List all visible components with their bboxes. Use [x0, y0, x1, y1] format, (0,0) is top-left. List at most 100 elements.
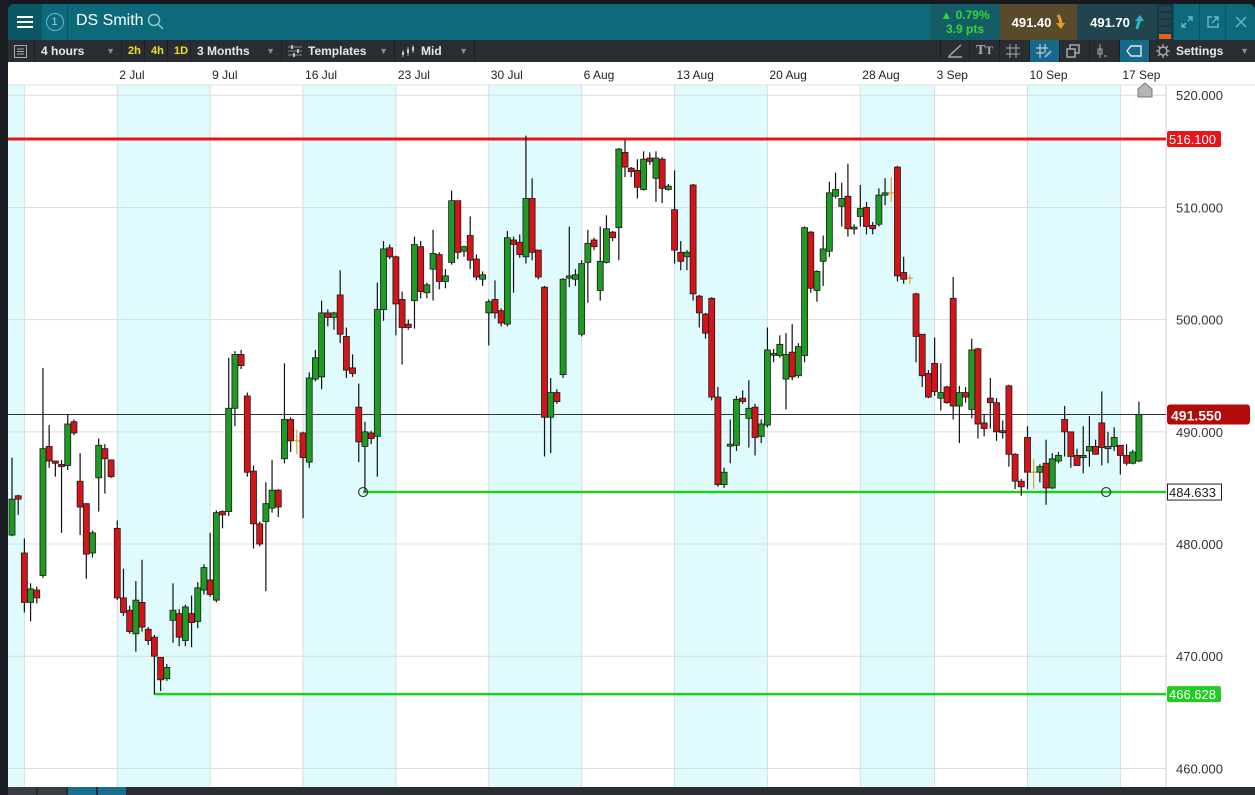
candle — [51, 460, 59, 464]
current-price-label: 491.550 — [1171, 407, 1222, 423]
sell-button[interactable]: 491.40 — [1000, 4, 1077, 40]
grid-icon — [1006, 44, 1020, 58]
candle — [45, 446, 53, 462]
candle — [1042, 462, 1050, 489]
quick-interval-1d[interactable]: 1D — [168, 40, 191, 62]
text-tool[interactable]: TT — [970, 40, 1000, 62]
candle — [782, 354, 790, 380]
candle — [1048, 458, 1056, 489]
candle — [943, 386, 951, 404]
candle — [144, 628, 152, 641]
quick-interval-label: 4h — [151, 45, 164, 57]
candle — [355, 406, 363, 443]
candle — [76, 480, 84, 508]
candle — [429, 253, 437, 270]
candle — [169, 609, 177, 621]
search-icon[interactable] — [147, 13, 165, 31]
quick-interval-2h[interactable]: 2h — [122, 40, 145, 62]
candle — [856, 208, 864, 217]
crosshair-tool[interactable] — [1030, 40, 1060, 62]
candle — [64, 423, 72, 466]
candle — [342, 336, 350, 371]
candle — [27, 588, 34, 603]
candle — [1036, 466, 1044, 473]
candle — [454, 200, 462, 253]
candle — [175, 613, 183, 638]
candle — [33, 589, 41, 599]
interval-value: 4 hours — [41, 44, 85, 58]
workspace-link-button[interactable]: 1 — [42, 4, 68, 40]
candle — [757, 423, 765, 437]
candle — [807, 231, 815, 289]
change-percent: 0.79% — [955, 8, 990, 22]
candle — [931, 362, 939, 392]
chart-toolbar: 4 hours ▼ 2h 4h 1D 3 Months ▼ Templates ▼ M… — [8, 40, 1255, 62]
candle — [8, 498, 16, 536]
chevron-down-icon: ▼ — [379, 46, 388, 56]
y-tick-label: 500.000 — [1176, 313, 1223, 328]
candle — [850, 226, 858, 230]
x-tick-label: 9 Jul — [212, 68, 237, 82]
candle — [633, 170, 641, 188]
candle — [1123, 455, 1130, 464]
candle — [1067, 431, 1075, 457]
x-tick-label: 20 Aug — [769, 68, 806, 82]
buy-button[interactable]: 491.70 — [1077, 4, 1157, 40]
menu-button[interactable] — [8, 4, 42, 40]
candle — [621, 152, 629, 168]
candle — [776, 343, 784, 356]
draw-line-tool[interactable] — [940, 40, 970, 62]
candle — [188, 613, 195, 623]
candle — [572, 274, 579, 280]
candle — [324, 312, 332, 318]
instrument-title: DS Smith — [76, 12, 144, 29]
candle — [510, 239, 517, 245]
candle — [262, 503, 270, 523]
candle — [937, 392, 945, 399]
candle — [980, 422, 988, 429]
candle — [1079, 455, 1087, 459]
candle — [813, 270, 821, 291]
candle — [58, 463, 65, 468]
buy-price: 491.70 — [1090, 14, 1130, 30]
candle — [708, 297, 716, 398]
candle — [671, 209, 678, 251]
candle — [305, 377, 313, 463]
sell-price: 491.40 — [1011, 14, 1052, 30]
maximize-button[interactable] — [1173, 4, 1199, 40]
candle — [596, 260, 604, 291]
templates-dropdown[interactable]: Templates ▼ — [282, 40, 395, 62]
close-button[interactable] — [1225, 4, 1255, 40]
grid-toggle[interactable] — [1000, 40, 1030, 62]
indicator-tool[interactable] — [1090, 40, 1120, 62]
instrument-list-button[interactable] — [8, 40, 35, 62]
x-tick-label: 23 Jul — [398, 68, 430, 82]
candle — [274, 489, 282, 508]
candle — [925, 373, 932, 398]
candle — [95, 444, 103, 479]
interval-dropdown[interactable]: 4 hours ▼ — [35, 40, 122, 62]
candle — [138, 601, 146, 628]
price-type-dropdown[interactable]: Mid ▼ — [395, 40, 475, 62]
candle — [225, 407, 233, 512]
x-tick-label: 28 Aug — [862, 68, 899, 82]
candle — [603, 228, 610, 263]
price-label-toggle[interactable] — [1120, 40, 1150, 62]
candle — [881, 192, 889, 196]
down-arrow-icon — [1056, 14, 1066, 29]
candle — [1011, 453, 1019, 482]
candle — [720, 471, 728, 485]
quick-interval-4h[interactable]: 4h — [145, 40, 168, 62]
candle — [863, 207, 870, 227]
chevron-down-icon: ▼ — [459, 46, 468, 56]
x-tick-label: 16 Jul — [305, 68, 337, 82]
range-dropdown[interactable]: 3 Months ▼ — [191, 40, 282, 62]
candle — [212, 512, 220, 601]
settings-dropdown[interactable]: Settings ▼ — [1150, 40, 1255, 62]
templates-label: Templates — [308, 44, 367, 58]
candle — [1005, 385, 1013, 455]
candlestick-chart[interactable]: 2 Jul 9 Jul 16 Jul 23 Jul 30 Jul 6 Aug 13 Aug 2… — [0, 62, 1255, 787]
liquidity-indicator — [1157, 4, 1173, 40]
popout-button[interactable] — [1199, 4, 1225, 40]
layers-button[interactable] — [1060, 40, 1090, 62]
